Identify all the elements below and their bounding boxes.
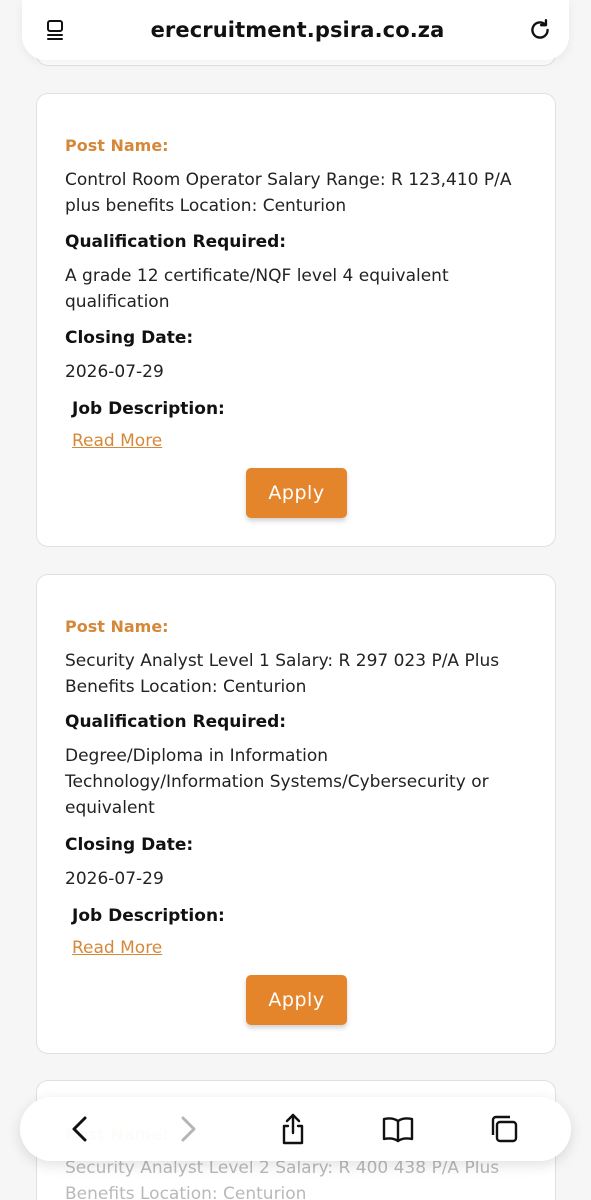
qualification-label: Qualification Required: [65, 232, 287, 252]
chevron-left-icon[interactable] [62, 1111, 98, 1147]
job-card: Post Name: Security Analyst Level 1 Sala… [36, 574, 556, 1054]
book-icon[interactable] [380, 1111, 416, 1147]
apply-button[interactable]: Apply [246, 468, 347, 518]
qualification-label: Qualification Required: [65, 712, 287, 732]
apply-button[interactable]: Apply [246, 975, 347, 1025]
post-name-value: Control Room Operator Salary Range: R 12… [65, 170, 512, 216]
job-description-label: Job Description: [72, 399, 225, 419]
qualification-value: A grade 12 certificate/NQF level 4 equiv… [65, 266, 449, 312]
closing-date-value: 2026-07-29 [65, 869, 164, 889]
tabs-icon[interactable] [486, 1111, 522, 1147]
chevron-right-icon[interactable] [170, 1111, 206, 1147]
job-description-label: Job Description: [72, 906, 225, 926]
read-more-link[interactable]: Read More [72, 431, 162, 451]
read-more-link[interactable]: Read More [72, 938, 162, 958]
qualification-value: Degree/Diploma in Information Technology… [65, 746, 489, 818]
browser-toolbar [20, 1097, 571, 1161]
address-bar[interactable]: erecruitment.psira.co.za [22, 0, 569, 60]
post-name-label: Post Name: [65, 136, 169, 155]
job-card: Post Name: Control Room Operator Salary … [36, 93, 556, 547]
closing-date-label: Closing Date: [65, 835, 194, 855]
post-name-value: Security Analyst Level 2 Salary: R 400 4… [65, 1158, 500, 1200]
sidebar-icon[interactable] [40, 15, 70, 45]
url-text[interactable]: erecruitment.psira.co.za [151, 18, 445, 42]
reload-icon[interactable] [525, 15, 555, 45]
closing-date-value: 2026-07-29 [65, 362, 164, 382]
closing-date-label: Closing Date: [65, 328, 194, 348]
post-name-label: Post Name: [65, 617, 169, 636]
share-icon[interactable] [275, 1111, 311, 1147]
post-name-value: Security Analyst Level 1 Salary: R 297 0… [65, 651, 500, 697]
browser-viewport: erecruitment.psira.co.za Post Name: Cont… [0, 0, 591, 1200]
